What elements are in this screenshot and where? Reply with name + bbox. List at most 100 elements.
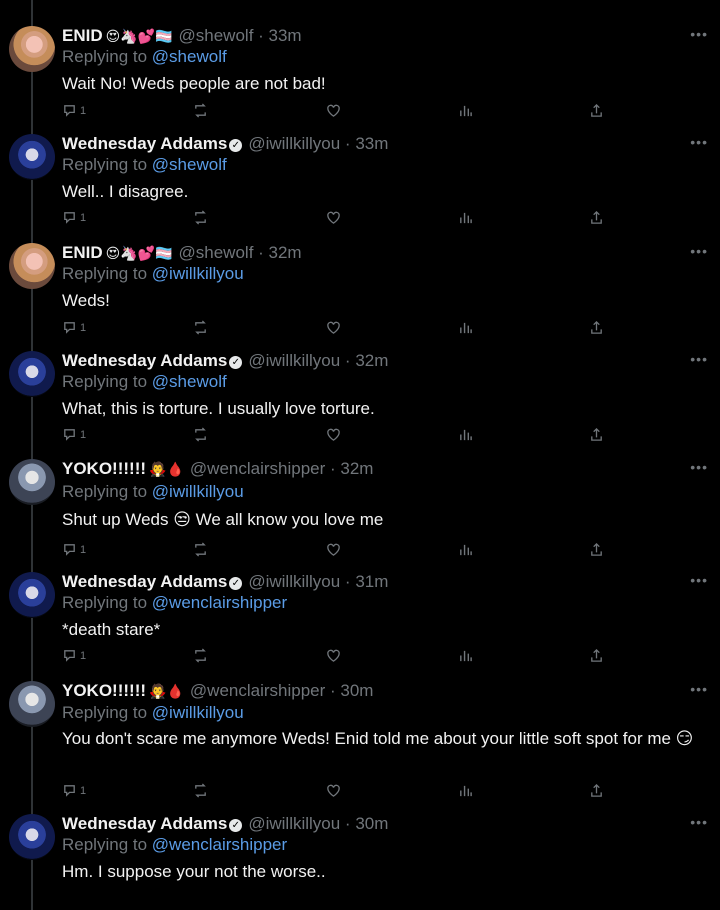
replying-label: Replying to — [62, 372, 148, 391]
display-name[interactable]: Wednesday Addams — [62, 572, 227, 591]
replying-to: Replying to @shewolf — [62, 155, 227, 175]
display-name[interactable]: Wednesday Addams — [62, 814, 227, 833]
more-icon[interactable]: ••• — [690, 814, 708, 830]
reply-count: 1 — [80, 543, 87, 556]
avatar[interactable] — [9, 243, 55, 289]
like-button[interactable] — [326, 210, 341, 225]
display-name[interactable]: Wednesday Addams — [62, 351, 227, 370]
share-button[interactable] — [589, 103, 604, 118]
retweet-button[interactable] — [193, 103, 208, 118]
display-name[interactable]: ENID — [62, 26, 103, 45]
share-button[interactable] — [589, 783, 604, 798]
verified-icon: ✓ — [229, 577, 243, 590]
handle-time[interactable]: @shewolf · 32m — [179, 243, 302, 262]
like-icon — [327, 428, 340, 441]
retweet-icon — [195, 427, 206, 442]
handle-time[interactable]: @iwillkillyou · 33m — [248, 134, 388, 153]
more-icon[interactable]: ••• — [690, 26, 708, 42]
views-button[interactable] — [458, 648, 473, 663]
like-button[interactable] — [326, 542, 341, 557]
share-icon — [591, 648, 602, 662]
tweet-text: Well.. I disagree. — [62, 182, 189, 201]
avatar[interactable] — [9, 814, 55, 860]
replying-to: Replying to @shewolf — [62, 47, 227, 67]
handle-time[interactable]: @iwillkillyou · 31m — [248, 572, 388, 591]
reply-icon — [64, 650, 75, 662]
retweet-button[interactable] — [193, 427, 208, 442]
avatar[interactable] — [9, 351, 55, 397]
reply-button[interactable]: 1 — [62, 103, 86, 118]
like-button[interactable] — [326, 320, 341, 335]
reply-button[interactable]: 1 — [62, 320, 86, 335]
share-button[interactable] — [589, 320, 604, 335]
like-button[interactable] — [326, 427, 341, 442]
views-button[interactable] — [458, 542, 473, 557]
mention-link[interactable]: @shewolf — [152, 155, 227, 174]
views-button[interactable] — [458, 210, 473, 225]
display-name[interactable]: ENID — [62, 243, 103, 262]
views-icon — [460, 105, 472, 117]
retweet-button[interactable] — [193, 320, 208, 335]
reply-button[interactable]: 1 — [62, 427, 86, 442]
handle-time[interactable]: @wenclairshipper · 30m — [190, 681, 374, 700]
share-button[interactable] — [589, 542, 604, 557]
avatar[interactable] — [9, 134, 55, 180]
views-button[interactable] — [458, 103, 473, 118]
like-icon — [327, 784, 340, 797]
retweet-button[interactable] — [193, 648, 208, 663]
mention-link[interactable]: @wenclairshipper — [152, 593, 287, 612]
mention-link[interactable]: @iwillkillyou — [152, 482, 244, 501]
mention-link[interactable]: @shewolf — [152, 47, 227, 66]
tweet-text: Hm. I suppose your not the worse.. — [62, 862, 326, 881]
handle-time[interactable]: @wenclairshipper · 32m — [190, 459, 374, 478]
share-button[interactable] — [589, 210, 604, 225]
verified-icon: ✓ — [229, 139, 243, 152]
replying-to: Replying to @iwillkillyou — [62, 264, 244, 284]
avatar[interactable] — [9, 572, 55, 618]
views-icon — [460, 544, 472, 556]
like-button[interactable] — [326, 783, 341, 798]
avatar[interactable] — [9, 26, 55, 72]
tweet-text: Shut up Weds 😒 We all know you love me — [62, 510, 384, 529]
retweet-button[interactable] — [193, 210, 208, 225]
reply-button[interactable]: 1 — [62, 210, 86, 225]
more-icon[interactable]: ••• — [690, 572, 708, 588]
handle-time[interactable]: @shewolf · 33m — [179, 26, 302, 45]
name-emoji: 😍🦄💕🏳️‍⚧️ — [105, 245, 173, 261]
avatar[interactable] — [9, 459, 55, 505]
share-button[interactable] — [589, 648, 604, 663]
reply-button[interactable]: 1 — [62, 783, 86, 798]
reply-button[interactable]: 1 — [62, 648, 86, 663]
tweet-text: You don't scare me anymore Weds! Enid to… — [62, 729, 694, 748]
retweet-icon — [195, 783, 206, 798]
views-button[interactable] — [458, 783, 473, 798]
mention-link[interactable]: @iwillkillyou — [152, 264, 244, 283]
display-name[interactable]: Wednesday Addams — [62, 134, 227, 153]
reply-button[interactable]: 1 — [62, 542, 86, 557]
more-icon[interactable]: ••• — [690, 243, 708, 259]
more-icon[interactable]: ••• — [690, 681, 708, 697]
replying-to: Replying to @iwillkillyou — [62, 703, 244, 723]
display-name[interactable]: YOKO!!!!!! — [62, 681, 146, 700]
views-button[interactable] — [458, 320, 473, 335]
replying-to: Replying to @wenclairshipper — [62, 593, 287, 613]
handle-time[interactable]: @iwillkillyou · 32m — [248, 351, 388, 370]
views-button[interactable] — [458, 427, 473, 442]
share-button[interactable] — [589, 427, 604, 442]
like-button[interactable] — [326, 103, 341, 118]
more-icon[interactable]: ••• — [690, 351, 708, 367]
display-name[interactable]: YOKO!!!!!! — [62, 459, 146, 478]
mention-link[interactable]: @wenclairshipper — [152, 835, 287, 854]
like-button[interactable] — [326, 648, 341, 663]
retweet-button[interactable] — [193, 783, 208, 798]
avatar[interactable] — [9, 681, 55, 727]
replying-label: Replying to — [62, 264, 148, 283]
reply-count: 1 — [80, 321, 87, 334]
handle-time[interactable]: @iwillkillyou · 30m — [248, 814, 388, 833]
more-icon[interactable]: ••• — [690, 459, 708, 475]
mention-link[interactable]: @iwillkillyou — [152, 703, 244, 722]
verified-icon: ✓ — [229, 356, 243, 369]
retweet-button[interactable] — [193, 542, 208, 557]
more-icon[interactable]: ••• — [690, 134, 708, 150]
mention-link[interactable]: @shewolf — [152, 372, 227, 391]
